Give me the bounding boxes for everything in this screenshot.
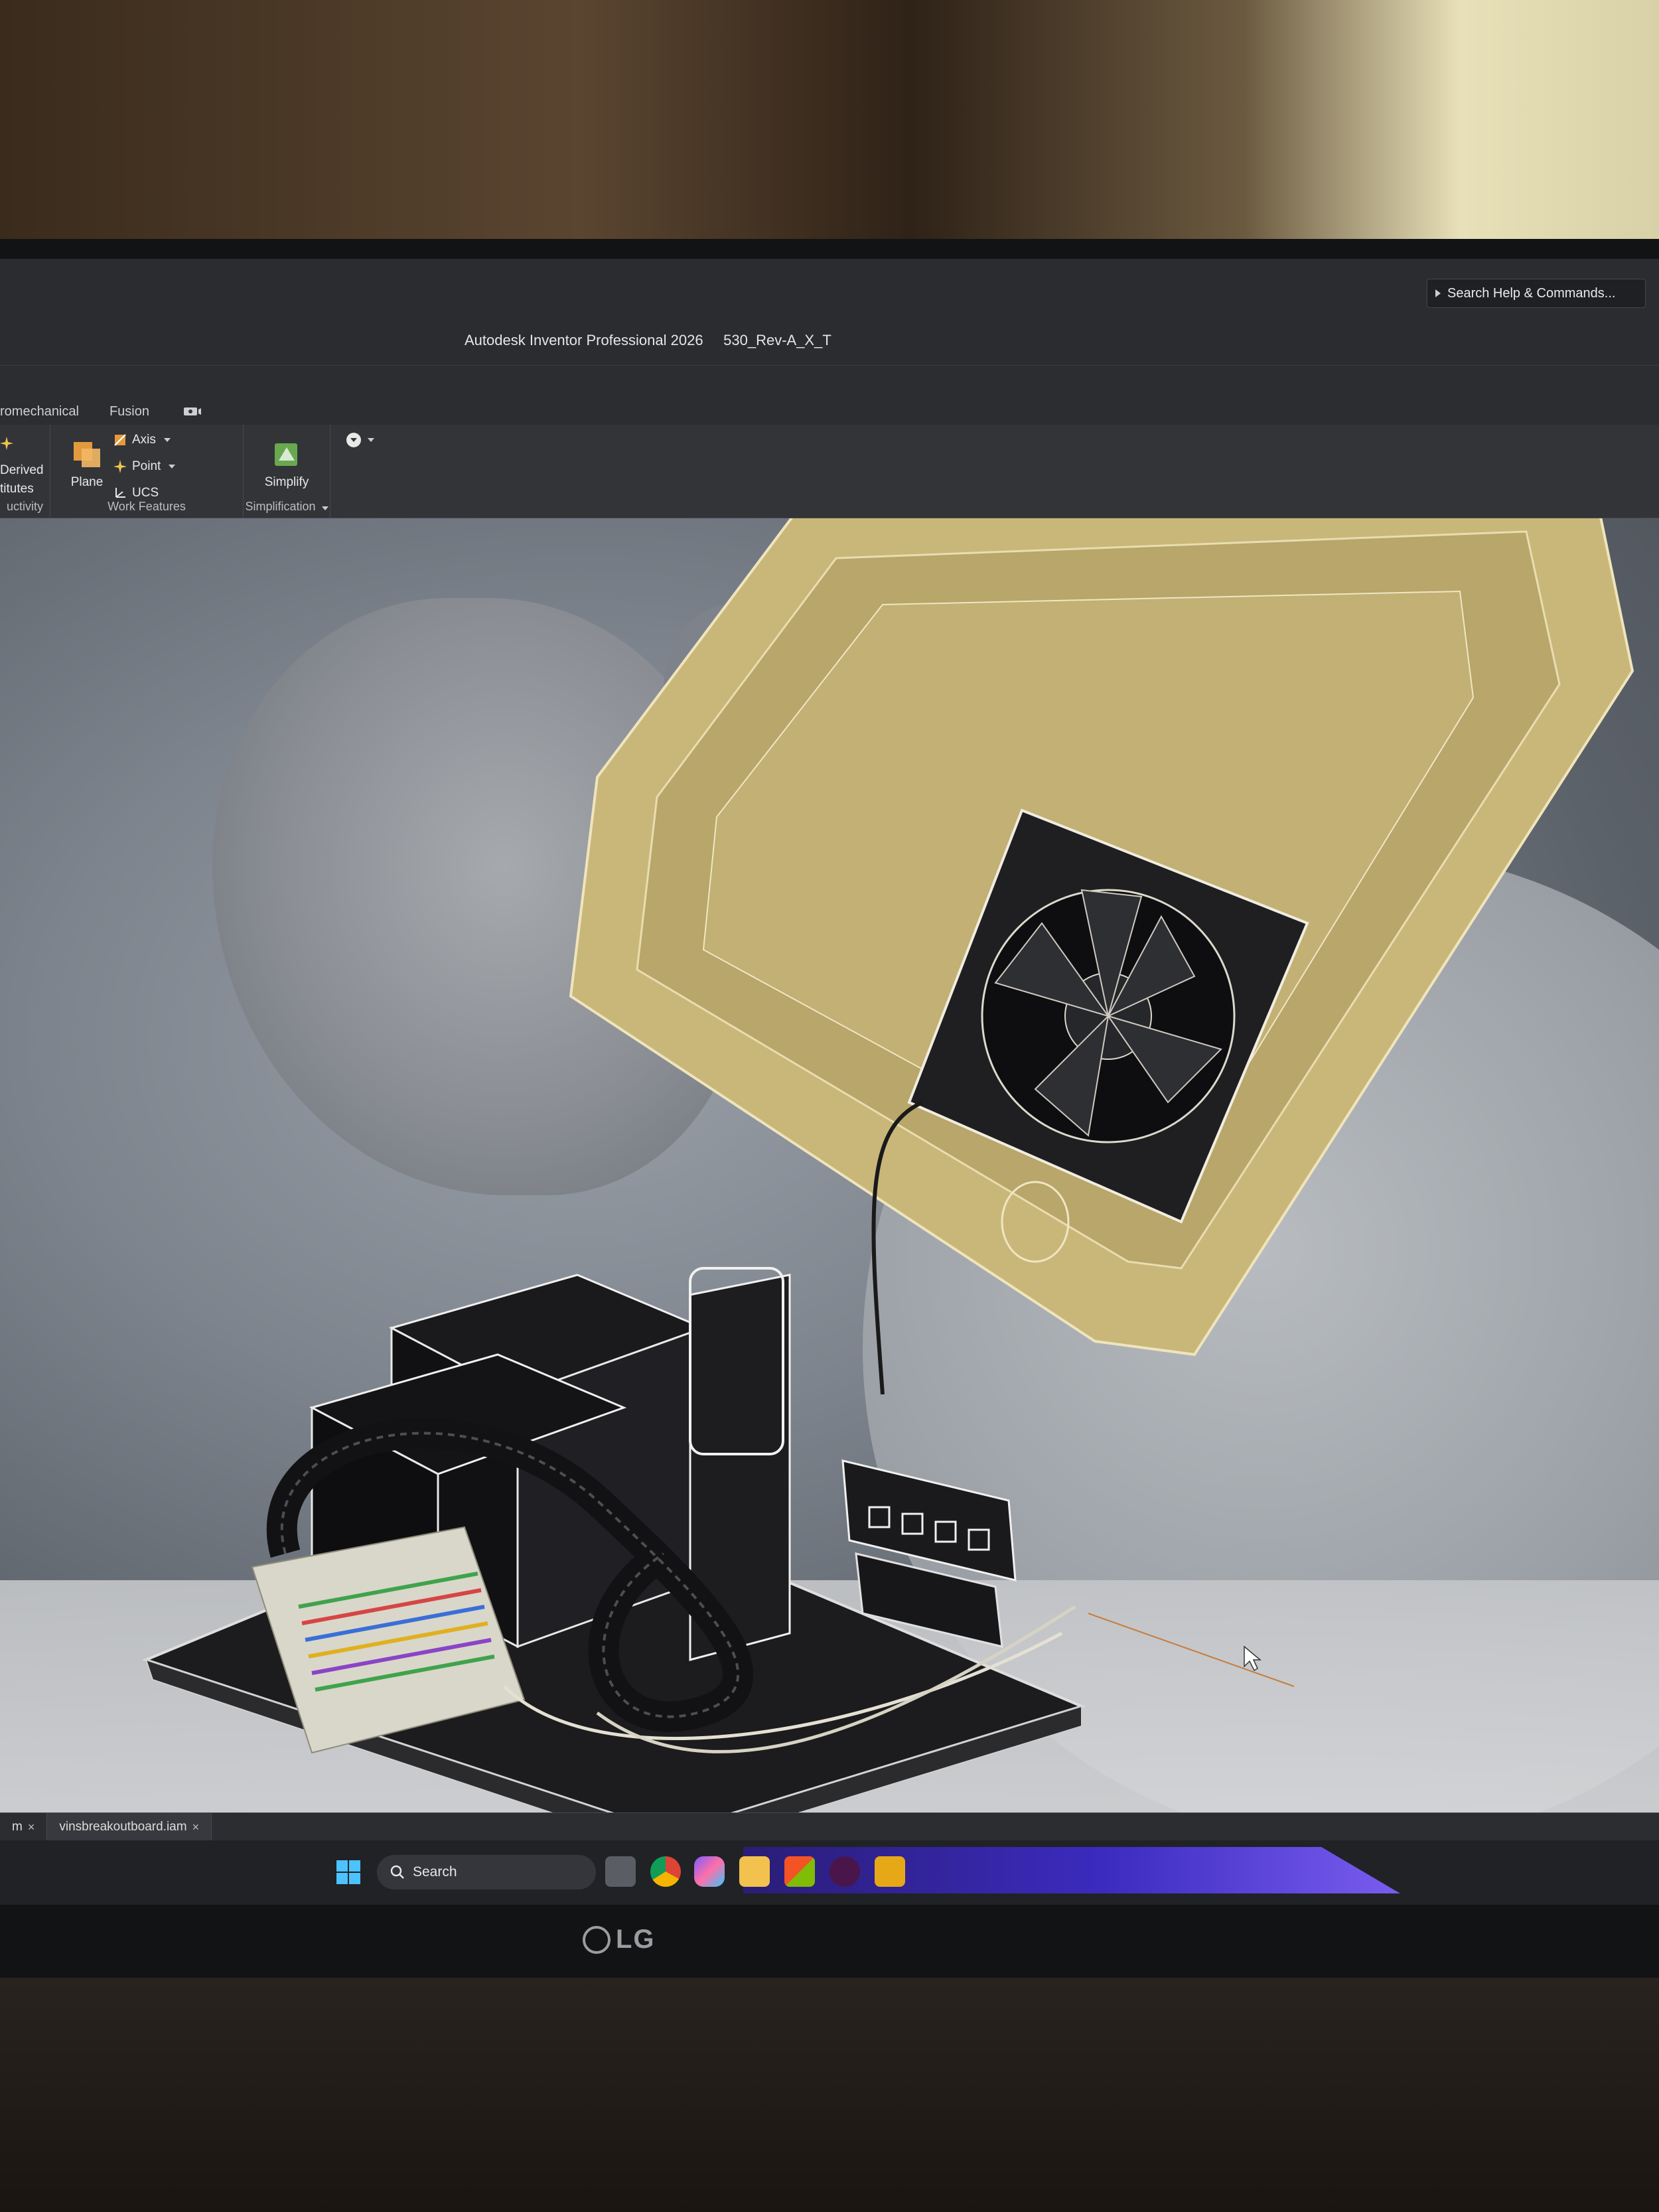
app-title: Autodesk Inventor Professional 2026 — [465, 332, 703, 348]
ribbon-options-caret-icon — [368, 438, 374, 442]
help-search-placeholder: Search Help & Commands... — [1447, 285, 1616, 301]
ribbon-options-icon — [346, 433, 361, 447]
plane-icon — [74, 442, 100, 467]
simplification-label: Simplification — [244, 500, 330, 514]
plane-label: Plane — [70, 475, 104, 489]
derived-label: Derived — [0, 463, 44, 477]
derived-label-row: Derived — [0, 463, 43, 478]
axis-icon — [114, 434, 126, 446]
simplification-label-text: Simplification — [245, 500, 316, 513]
axis-dropdown-icon[interactable] — [163, 438, 171, 442]
document-tab-label: vinsbreakoutboard.iam — [59, 1820, 187, 1834]
simplification-panel: Simplify Simplification — [244, 425, 330, 518]
ribbon: Derived titutes uctivity Plane Axis Poin… — [0, 425, 1659, 518]
help-search-input[interactable]: Search Help & Commands... — [1427, 279, 1646, 308]
windows-start-icon[interactable] — [335, 1859, 362, 1885]
ucs-button[interactable]: UCS — [113, 486, 159, 500]
substitutes-label: titutes — [0, 482, 34, 496]
enclosure-lid[interactable] — [569, 518, 1634, 1357]
microsoft-store-icon[interactable] — [784, 1856, 815, 1887]
sparkle-icon — [0, 437, 13, 450]
point-label: Point — [132, 459, 161, 473]
ucs-icon — [115, 488, 125, 498]
ribbon-tabs: romechanical Fusion — [0, 398, 1659, 425]
inventor-icon[interactable] — [875, 1856, 905, 1887]
screen: Autodesk Inventor Professional 2026 530_… — [0, 259, 1659, 1905]
axis-label: Axis — [132, 433, 156, 447]
file-explorer-icon[interactable] — [739, 1856, 770, 1887]
derived-button[interactable] — [0, 437, 13, 450]
expand-search-icon — [1435, 289, 1441, 297]
axis-button[interactable]: Axis — [113, 433, 171, 447]
chrome-icon[interactable] — [650, 1856, 681, 1887]
point-dropdown-icon[interactable] — [169, 465, 176, 469]
tab-electromechanical[interactable]: romechanical — [0, 404, 79, 419]
taskbar-search-label: Search — [413, 1864, 457, 1880]
ribbon-options-button[interactable] — [345, 431, 374, 449]
copilot-icon[interactable] — [694, 1856, 725, 1887]
simplification-dropdown-icon[interactable] — [321, 506, 328, 510]
document-name: 530_Rev-A_X_T — [723, 332, 831, 348]
window-title: Autodesk Inventor Professional 2026 530_… — [465, 332, 831, 349]
graphics-viewport[interactable] — [0, 518, 1659, 1812]
cad-model[interactable] — [0, 518, 1659, 1812]
lg-circle-icon — [583, 1925, 611, 1954]
simplify-label: Simplify — [264, 475, 309, 489]
productivity-panel: Derived titutes uctivity — [0, 425, 50, 518]
orange-guideline — [1088, 1613, 1295, 1687]
productivity-panel-label: uctivity — [6, 500, 43, 513]
work-features-label: Work Features — [108, 500, 186, 513]
title-bar: Autodesk Inventor Professional 2026 530_… — [0, 259, 1659, 366]
close-icon[interactable]: × — [192, 1820, 200, 1834]
desk-surface — [0, 1964, 1659, 2212]
simplify-icon — [275, 443, 297, 466]
mouse-cursor-icon — [1244, 1645, 1262, 1672]
slack-icon[interactable] — [830, 1856, 860, 1887]
point-button[interactable]: Point — [113, 459, 176, 474]
tab-fusion[interactable]: Fusion — [109, 404, 149, 419]
monitor-brand: LG — [616, 1925, 656, 1954]
work-features-panel: Plane Axis Point UCS Work Features — [50, 425, 244, 518]
document-tab-active[interactable]: vinsbreakoutboard.iam × — [47, 1813, 212, 1841]
monitor-brand-logo: LG — [583, 1925, 656, 1954]
point-icon — [113, 460, 127, 473]
document-tab-label: m — [12, 1820, 23, 1834]
search-icon — [390, 1865, 404, 1879]
camera-icon[interactable] — [182, 405, 202, 418]
simplify-button[interactable]: Simplify — [250, 437, 323, 490]
ucs-label: UCS — [132, 486, 159, 500]
document-tab[interactable]: m × — [0, 1813, 48, 1841]
substitutes-label-row: titutes — [0, 482, 34, 496]
windows-taskbar: Search — [0, 1840, 1659, 1905]
document-tabs: m × vinsbreakoutboard.iam × — [0, 1812, 1659, 1841]
plane-button[interactable]: Plane — [50, 437, 123, 490]
taskbar-search-input[interactable]: Search — [377, 1855, 596, 1889]
close-icon[interactable]: × — [28, 1820, 35, 1834]
task-view-icon[interactable] — [605, 1856, 636, 1887]
